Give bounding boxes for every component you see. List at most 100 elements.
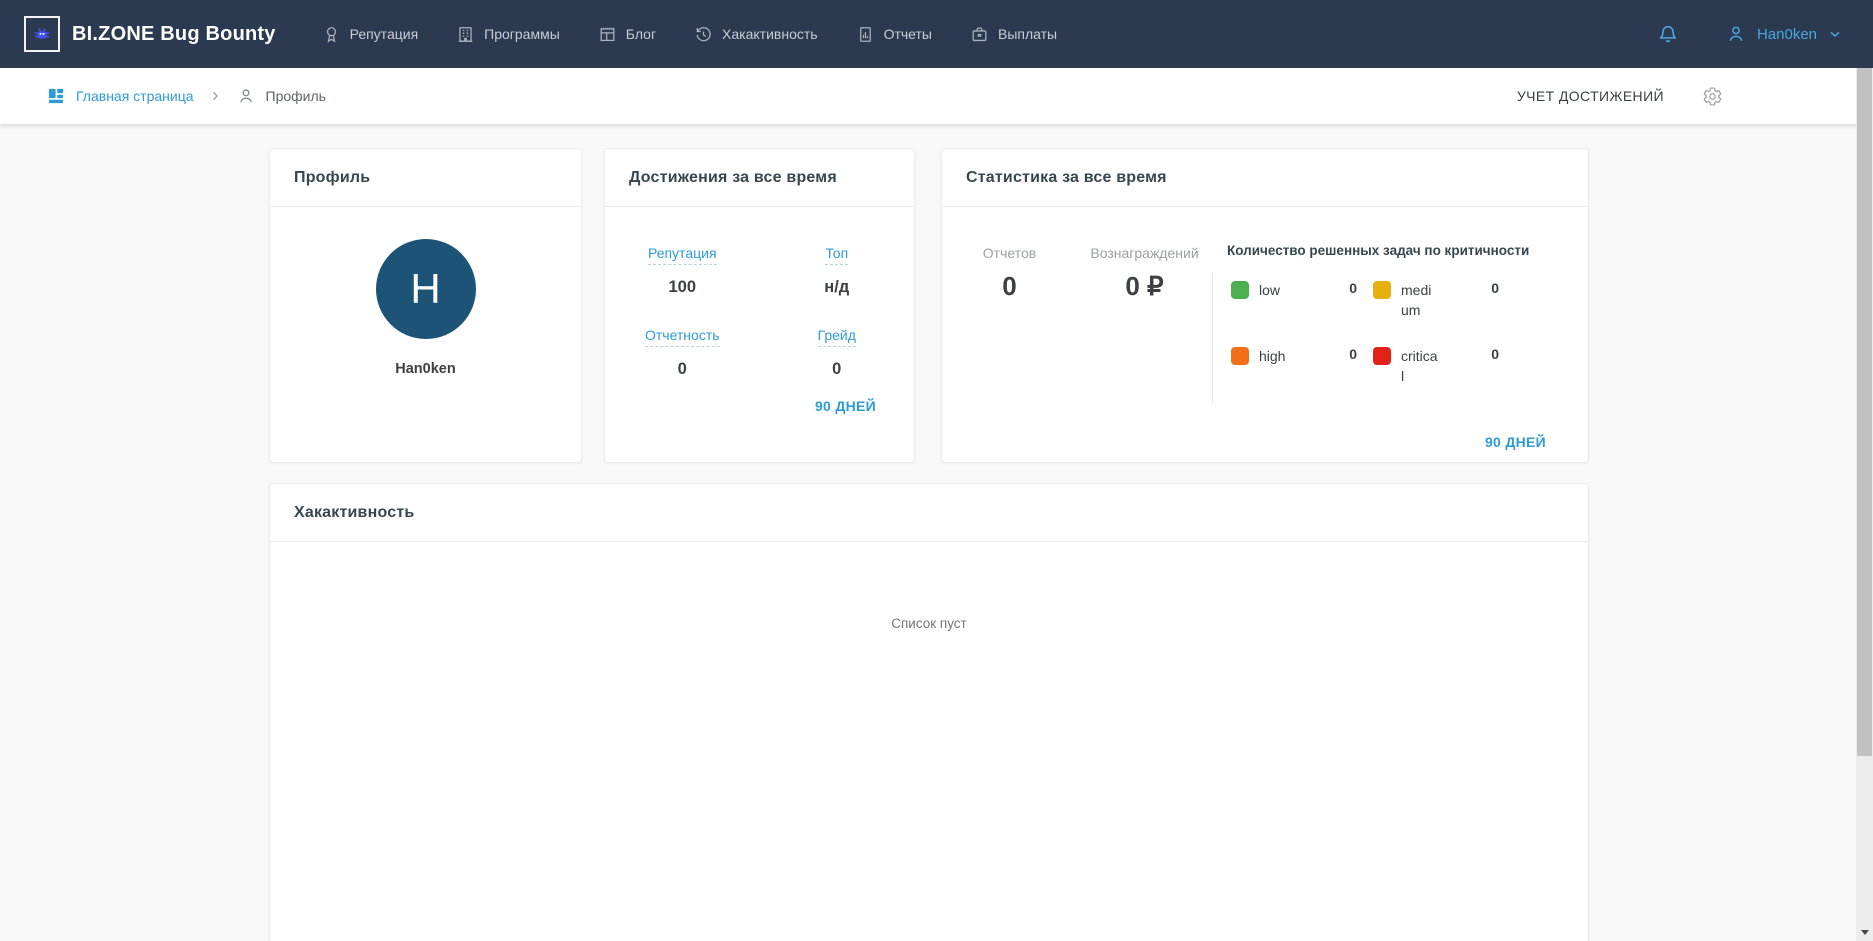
nav-item-reputation[interactable]: Репутация — [322, 25, 419, 44]
nav-item-hackactivity[interactable]: Хакактивность — [694, 25, 818, 44]
stat-label[interactable]: Отчетность — [644, 327, 720, 347]
person-icon — [1725, 23, 1747, 45]
profile-card-body: H Han0ken — [270, 207, 581, 377]
stat-reporting: Отчетность 0 — [605, 327, 760, 379]
newspaper-icon — [598, 25, 617, 44]
high-swatch-icon — [1231, 347, 1249, 365]
legend-count: 0 — [1349, 280, 1357, 296]
chevron-down-icon — [1827, 26, 1843, 42]
legend-count: 0 — [1349, 346, 1357, 362]
scrollbar-down-arrow[interactable] — [1856, 925, 1873, 939]
legend-label: medium — [1401, 282, 1432, 318]
criticality-title: Количество решенных задач по критичности — [1227, 243, 1530, 258]
legend-item-high: high 0 — [1231, 346, 1363, 386]
navbar-right: Han0ken — [1657, 23, 1843, 45]
achievements-accounting-link[interactable]: УЧЕТ ДОСТИЖЕНИЙ — [1517, 88, 1664, 104]
stat-label[interactable]: Грейд — [817, 327, 856, 347]
counter-rewards: Вознаграждений 0 ₽ — [1077, 245, 1212, 403]
nav-item-label: Хакактивность — [722, 26, 818, 42]
stat-value: 0 — [677, 360, 687, 378]
user-name: Han0ken — [1756, 25, 1817, 43]
hackactivity-card-title: Хакактивность — [270, 484, 1588, 542]
brand-title: BI.ZONE Bug Bounty — [72, 22, 276, 45]
topbar-right: УЧЕТ ДОСТИЖЕНИЙ — [1517, 86, 1723, 107]
legend-item-critical: critical 0 — [1373, 346, 1505, 386]
nav-item-blog[interactable]: Блог — [598, 25, 656, 44]
counter-reports: Отчетов 0 — [942, 245, 1077, 403]
achievements-card: Достижения за все время Репутация 100 То… — [604, 148, 915, 463]
nav-item-payouts[interactable]: Выплаты — [970, 25, 1057, 44]
achievements-90-days-link[interactable]: 90 ДНЕЙ — [815, 398, 876, 414]
bell-icon[interactable] — [1657, 23, 1679, 45]
criticality-legend: low 0 medium 0 high 0 critical 0 — [1231, 280, 1568, 386]
statistics-counters: Отчетов 0 Вознаграждений 0 ₽ — [942, 207, 1212, 403]
hackactivity-card: Хакактивность Список пуст — [269, 483, 1589, 941]
stat-label[interactable]: Репутация — [647, 245, 717, 265]
bug-bounty-dashboard: BI.ZONE Bug Bounty Репутация Программы Б… — [0, 0, 1873, 941]
nav-item-label: Репутация — [349, 26, 419, 42]
building-icon — [456, 25, 475, 44]
nav-item-label: Программы — [484, 26, 560, 42]
profile-username: Han0ken — [395, 361, 456, 377]
medium-swatch-icon — [1373, 281, 1391, 299]
legend-item-low: low 0 — [1231, 280, 1363, 320]
counter-value: 0 ₽ — [1125, 271, 1164, 301]
briefcase-icon — [970, 25, 989, 44]
stat-reputation: Репутация 100 — [605, 245, 760, 297]
legend-label: high — [1259, 348, 1286, 364]
achievements-grid: Репутация 100 Топ н/д Отчетность 0 Грейд… — [605, 207, 914, 379]
statistics-card: Статистика за все время Отчетов 0 Вознаг… — [941, 148, 1589, 463]
profile-card: Профиль H Han0ken — [269, 148, 582, 463]
breadcrumb-current: Профиль — [236, 86, 326, 106]
history-icon — [694, 25, 713, 44]
legend-count: 0 — [1491, 280, 1499, 296]
bug-logo-icon[interactable] — [24, 16, 60, 52]
user-menu[interactable]: Han0ken — [1725, 23, 1843, 45]
stat-label[interactable]: Топ — [825, 245, 849, 265]
stat-value: 0 — [832, 360, 842, 378]
person-icon — [236, 86, 256, 106]
nav-item-label: Блог — [625, 26, 657, 42]
legend-count: 0 — [1491, 346, 1499, 362]
report-icon — [856, 25, 875, 44]
statistics-card-title: Статистика за все время — [942, 149, 1588, 207]
dashboard-grid-icon — [46, 86, 66, 106]
award-icon — [322, 25, 341, 44]
scrollbar-thumb[interactable] — [1857, 68, 1872, 756]
breadcrumb-current-label: Профиль — [265, 88, 326, 104]
achievements-card-title: Достижения за все время — [605, 149, 914, 207]
nav-item-programs[interactable]: Программы — [456, 25, 560, 44]
stat-top: Топ н/д — [760, 245, 915, 297]
breadcrumb-home-label: Главная страница — [76, 88, 194, 104]
top-navbar: BI.ZONE Bug Bounty Репутация Программы Б… — [0, 0, 1873, 68]
counter-label: Вознаграждений — [1090, 245, 1199, 261]
chevron-right-icon — [208, 89, 222, 103]
vertical-scrollbar[interactable] — [1856, 68, 1873, 941]
counter-label: Отчетов — [982, 245, 1037, 261]
stat-grade: Грейд 0 — [760, 327, 915, 379]
stat-value: 100 — [668, 278, 697, 296]
legend-item-medium: medium 0 — [1373, 280, 1505, 320]
counter-value: 0 — [1002, 271, 1017, 301]
summary-cards-row: Профиль H Han0ken Достижения за все врем… — [269, 148, 1589, 463]
legend-label: low — [1259, 282, 1281, 298]
breadcrumb-home-link[interactable]: Главная страница — [46, 86, 194, 106]
avatar: H — [375, 239, 476, 339]
breadcrumb-bar: Главная страница Профиль УЧЕТ ДОСТИЖЕНИЙ — [0, 68, 1873, 124]
hackactivity-body: Список пуст — [270, 542, 1588, 631]
critical-swatch-icon — [1373, 347, 1391, 365]
legend-label: critical — [1401, 348, 1438, 384]
nav-item-label: Отчеты — [883, 26, 932, 42]
main-navigation: Репутация Программы Блог Хакактивность О… — [322, 25, 1057, 44]
profile-card-title: Профиль — [270, 149, 581, 207]
nav-item-reports[interactable]: Отчеты — [856, 25, 932, 44]
statistics-90-days-link[interactable]: 90 ДНЕЙ — [1485, 434, 1546, 450]
gear-icon[interactable] — [1702, 86, 1723, 107]
nav-item-label: Выплаты — [997, 26, 1058, 42]
empty-list-text: Список пуст — [891, 616, 967, 631]
criticality-section: Количество решенных задач по критичности… — [1213, 207, 1588, 403]
stat-value: н/д — [824, 278, 850, 296]
main-content: Профиль H Han0ken Достижения за все врем… — [0, 124, 1856, 941]
low-swatch-icon — [1231, 281, 1249, 299]
statistics-body: Отчетов 0 Вознаграждений 0 ₽ Количество … — [942, 207, 1588, 403]
